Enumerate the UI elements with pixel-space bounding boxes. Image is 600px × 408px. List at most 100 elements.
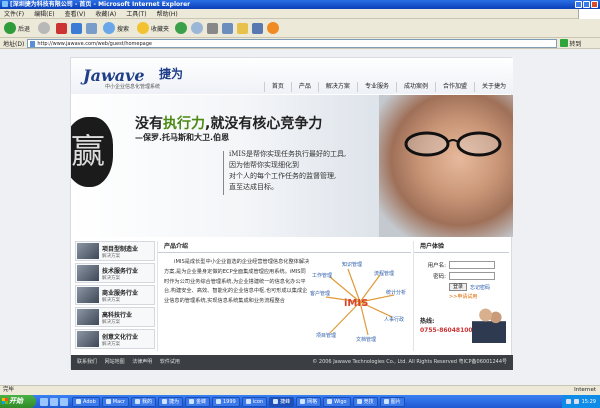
task-icon	[134, 399, 140, 404]
quote-line: 因为他帮你实现细化到	[229, 161, 299, 169]
edit-icon[interactable]	[222, 22, 234, 34]
solution-item[interactable]: 项目型制造业 解决方案	[75, 241, 155, 261]
quicklaunch-icon[interactable]	[40, 397, 48, 406]
back-arrow-icon	[4, 22, 16, 34]
address-input[interactable]: http://www.jawave.com/web/guest/homepage	[27, 38, 558, 48]
task-icon	[245, 399, 251, 404]
taskbar-task[interactable]: 网格	[296, 396, 322, 407]
nav-solutions[interactable]: 解决方案	[317, 82, 357, 92]
solution-item[interactable]: 创意文化行业 解决方案	[75, 329, 155, 349]
tray-icon[interactable]	[565, 399, 571, 404]
search-button[interactable]: 搜索	[101, 21, 131, 36]
product-intro-panel: 产品介绍 iMIS是成长型中小企业首选的企业经营管理信息化整体解决方案,是为企业…	[157, 241, 411, 351]
messenger-icon[interactable]	[252, 22, 264, 34]
password-input[interactable]	[449, 272, 495, 280]
task-label: Adob	[83, 398, 96, 405]
maximize-icon[interactable]	[583, 1, 590, 8]
nav-home[interactable]: 首页	[263, 82, 291, 92]
forgot-password-link[interactable]: 忘记密码	[470, 284, 490, 291]
back-button[interactable]: 后退	[2, 21, 32, 36]
nav-about[interactable]: 关于捷为	[473, 82, 513, 92]
solution-item[interactable]: 技术服务行业 解决方案	[75, 263, 155, 283]
username-input[interactable]	[449, 261, 495, 269]
diagram-node: 客户管理	[310, 290, 330, 297]
taskbar-task[interactable]: 金蝶	[184, 396, 210, 407]
solution-thumbnail	[77, 287, 99, 303]
browser-toolbar: 后退 搜索 收藏夹	[0, 19, 600, 38]
menu-edit[interactable]: 编辑(E)	[34, 9, 54, 18]
diagram-center: iMIS	[344, 298, 368, 309]
mail-icon[interactable]	[191, 22, 204, 34]
imis-module-diagram: 知识管理 流程管理 统计分析 人事行政 文档管理 项目管理 客户管理 工作管理 …	[310, 261, 406, 343]
quote-line: 对个人的每个工作任务的监督管理,	[229, 172, 337, 180]
refresh-icon[interactable]	[71, 22, 83, 34]
footer-link-contact[interactable]: 联系我们	[77, 359, 97, 365]
solution-sub: 解决方案	[102, 319, 120, 325]
print-icon[interactable]	[207, 22, 219, 34]
favorites-button[interactable]: 收藏夹	[135, 21, 171, 36]
minimize-icon[interactable]	[575, 1, 582, 8]
taskbar-task[interactable]: 我的	[130, 396, 156, 407]
go-button[interactable]: 转到	[560, 39, 581, 48]
browser-viewport: Jawave 捷为 中小企业信息化管理系统 首页 产品 解决方案 专业服务 成功…	[0, 49, 600, 385]
taskbar-task[interactable]: Wigo	[323, 396, 351, 407]
footer-link-sitemap[interactable]: 网站地图	[105, 359, 125, 365]
apply-trial-link[interactable]: >>申请试用	[414, 293, 509, 300]
address-bar: 地址(D) http://www.jawave.com/web/guest/ho…	[0, 38, 600, 49]
research-icon[interactable]	[267, 22, 280, 34]
site-header: Jawave 捷为 中小企业信息化管理系统 首页 产品 解决方案 专业服务 成功…	[71, 58, 513, 94]
search-icon	[103, 22, 116, 34]
zone-indicator: Internet	[574, 387, 596, 393]
nav-partners[interactable]: 合作加盟	[434, 82, 474, 92]
system-tray: 15:29	[561, 395, 600, 408]
login-button[interactable]: 登录	[449, 283, 468, 291]
media-icon[interactable]	[175, 22, 188, 34]
window-title-bar[interactable]: [深圳捷为科技有限公司 - 首页 - Microsoft Internet Ex…	[0, 0, 600, 9]
taskbar-task[interactable]: 竞技	[352, 396, 378, 407]
solution-sub: 解决方案	[102, 341, 120, 347]
back-label: 后退	[18, 25, 31, 33]
solution-title: 商业服务行业	[102, 289, 139, 297]
logo-cn[interactable]: 捷为	[159, 65, 183, 82]
menu-help[interactable]: 帮助(H)	[157, 9, 178, 18]
task-icon	[273, 399, 279, 404]
taskbar-task[interactable]: 捷为	[157, 396, 183, 407]
footer-links: 联系我们 网站地图 法律声明 软件试用	[77, 355, 186, 370]
footer-link-legal[interactable]: 法律声明	[132, 359, 152, 365]
tray-icon[interactable]	[573, 399, 579, 404]
login-title: 用户体验	[414, 241, 509, 253]
quick-launch	[36, 397, 72, 406]
diagram-node: 知识管理	[342, 261, 362, 268]
solution-item[interactable]: 商业服务行业 解决方案	[75, 285, 155, 305]
taskbar-task[interactable]: 图片	[379, 396, 405, 407]
menu-file[interactable]: 文件(F)	[4, 9, 24, 18]
solutions-sidebar: 项目型制造业 解决方案 技术服务行业 解决方案 商业服务行业 解决方案 高科技行业 解决…	[75, 241, 155, 351]
taskbar-task[interactable]: 1999	[211, 396, 240, 407]
quicklaunch-icon[interactable]	[50, 397, 58, 406]
taskbar-task[interactable]: 捷峰	[269, 396, 295, 407]
quicklaunch-icon[interactable]	[60, 397, 68, 406]
home-icon[interactable]	[86, 22, 98, 34]
nav-services[interactable]: 专业服务	[356, 82, 396, 92]
footer-link-trial[interactable]: 软件试用	[160, 359, 180, 365]
start-button[interactable]: 开始	[0, 395, 36, 408]
taskbar-task[interactable]: Adob	[72, 396, 100, 407]
solution-thumbnail	[77, 265, 99, 281]
forward-button[interactable]	[36, 21, 52, 36]
task-label: 竞技	[363, 398, 374, 405]
nav-products[interactable]: 产品	[290, 82, 318, 92]
menu-view[interactable]: 查看(V)	[65, 9, 86, 18]
taskbar-task[interactable]: icon	[241, 396, 268, 407]
stop-icon[interactable]	[56, 22, 68, 34]
menu-favorites[interactable]: 收藏(A)	[95, 9, 116, 18]
solution-item[interactable]: 高科技行业 解决方案	[75, 307, 155, 327]
clock: 15:29	[581, 398, 596, 405]
taskbar-task[interactable]: Macr	[101, 396, 129, 407]
task-label: 1999	[222, 398, 236, 405]
menu-tools[interactable]: 工具(T)	[126, 9, 146, 18]
folder-icon[interactable]	[237, 22, 249, 34]
close-icon[interactable]	[591, 1, 598, 8]
nav-cases[interactable]: 成功案例	[395, 82, 435, 92]
diagram-node: 人事行政	[384, 316, 404, 323]
solution-thumbnail	[77, 309, 99, 325]
